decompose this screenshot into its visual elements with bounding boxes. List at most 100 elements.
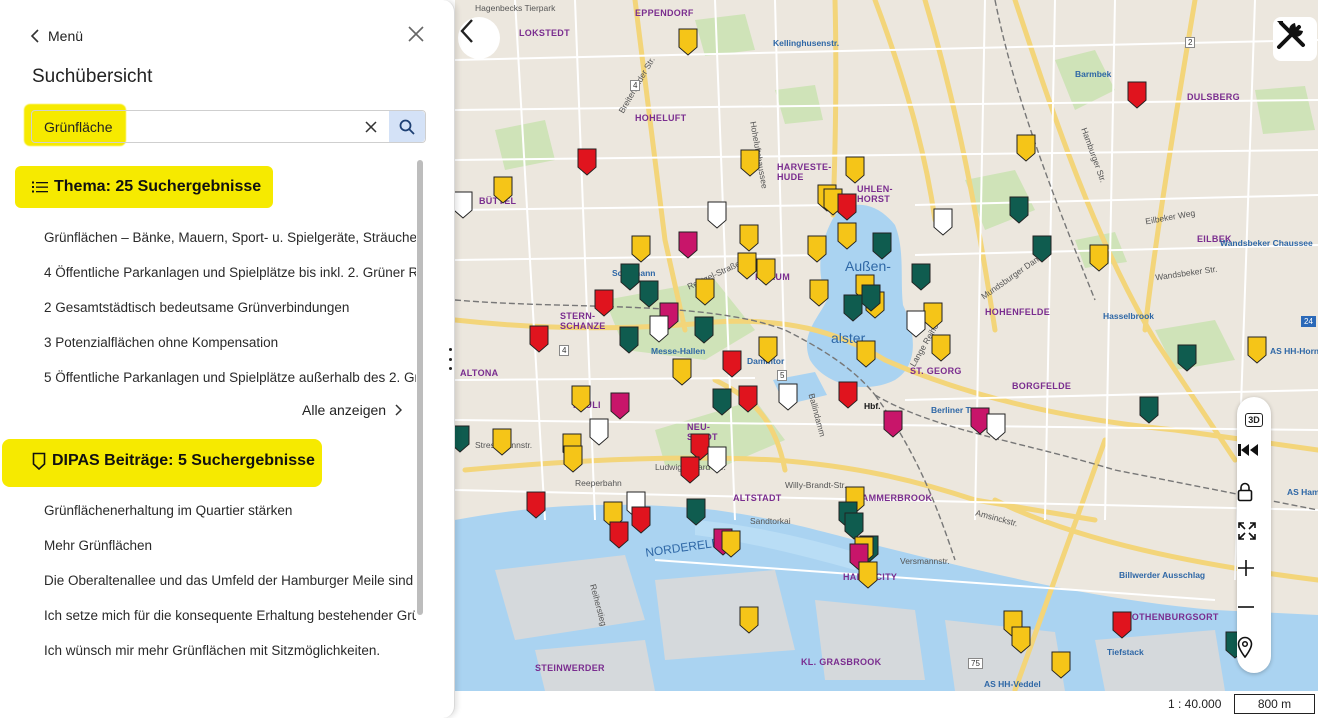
street-label: Dammtor (747, 356, 785, 366)
district-label: LOKSTEDT (519, 28, 570, 38)
street-label: Hagenbecks Tierpark (475, 3, 556, 13)
menu-back-label: Menü (48, 28, 84, 44)
show-all-link[interactable]: Alle anzeigen (302, 402, 403, 418)
chevron-left-icon (460, 19, 473, 43)
district-label: EPPENDORF (635, 8, 694, 18)
close-icon (408, 26, 424, 42)
menu-back-button[interactable]: Menü (30, 26, 83, 46)
search-icon (399, 119, 415, 135)
dipas-result[interactable]: Ich setze mich für die konsequente Erhal… (44, 608, 416, 623)
app: EPPENDORF LOKSTEDT HOHELUFT HARVESTE-HUD… (0, 0, 1318, 718)
chevron-right-icon (395, 404, 403, 416)
tools-icon (1277, 21, 1305, 49)
district-label: RBAUM (755, 272, 790, 282)
district-label: KL. GRASBROOK (801, 657, 882, 667)
topic-result[interactable]: 5 Öffentliche Parkanlagen und Spielplätz… (44, 370, 416, 385)
street-label: Hasselbrook (1103, 311, 1155, 321)
street-label: Berliner Tor (931, 405, 979, 415)
close-panel-button[interactable] (404, 22, 428, 46)
street-label: Reeperbahn (575, 478, 622, 488)
district-label: ROTHENBURGSORT (1125, 612, 1219, 622)
street-label: Versmannstr. (900, 556, 950, 566)
scale-ratio: 1 : 40.000 (1168, 697, 1222, 711)
zoom-in-button[interactable] (1237, 559, 1271, 589)
district-label: HARVESTE-HUDE (777, 162, 832, 182)
clear-search-button[interactable] (353, 111, 389, 142)
topic-result[interactable]: 3 Potenzialflächen ohne Kompensation (44, 335, 416, 350)
street-label: Schumann (612, 268, 656, 278)
map-back-button[interactable] (458, 17, 500, 59)
search-button[interactable] (389, 111, 425, 142)
street-label: Kellinghusenstr. (773, 38, 840, 48)
road-number: 4 (630, 80, 641, 91)
street-label: AS HH-Veddel (984, 679, 1041, 689)
street-label: Sandtorkai (750, 516, 791, 526)
water-label: alster (831, 330, 866, 346)
locate-button[interactable] (1237, 636, 1271, 666)
street-label: Willy-Brandt-Str. (785, 480, 847, 490)
reset-view-button[interactable] (1237, 443, 1271, 473)
dipas-result[interactable]: Ich wünsch mir mehr Grünflächen mit Sitz… (44, 643, 416, 658)
search-panel: Menü Suchübersicht Thema: 25 Suchergebni… (0, 0, 455, 718)
district-label: UHLEN-HORST (857, 184, 893, 204)
clear-icon (365, 120, 377, 133)
district-label: HOHENFELDE (985, 307, 1051, 317)
map-canvas[interactable] (455, 0, 1318, 691)
minus-icon (1238, 606, 1254, 608)
results-scrollbar[interactable] (417, 160, 423, 615)
panel-title: Suchübersicht (32, 66, 153, 87)
list-icon (32, 181, 48, 193)
district-label: ST. GEORG (910, 366, 962, 376)
fullscreen-icon (1238, 522, 1256, 540)
fullscreen-button[interactable] (1237, 521, 1271, 551)
district-label: NEU-STADT (687, 422, 718, 442)
dipas-heading-text: DIPAS Beiträge: 5 Suchergebnisse (52, 452, 315, 469)
street-label: Barmbek (1075, 69, 1112, 79)
district-label: ALTSTADT (733, 493, 782, 503)
search-box (31, 110, 426, 143)
map-view[interactable]: EPPENDORF LOKSTEDT HOHELUFT HARVESTE-HUD… (455, 0, 1318, 691)
district-label: HOHELUFT (635, 113, 687, 123)
district-label: STERN-SCHANZE (560, 311, 606, 331)
dipas-result[interactable]: Die Oberaltenallee und das Umfeld der Ha… (44, 573, 416, 588)
location-pin-icon (1237, 636, 1253, 658)
water-label: Außen- (845, 258, 891, 274)
district-label: BÜTTEL (479, 196, 517, 206)
district-label: STEINWERDER (535, 663, 605, 673)
zoom-out-button[interactable] (1237, 598, 1271, 628)
lock-button[interactable] (1237, 482, 1271, 512)
topic-result[interactable]: Grünflächen – Bänke, Mauern, Sport- u. S… (44, 230, 416, 245)
district-label: DULSBERG (1187, 92, 1240, 102)
street-label: Tiefstack (1107, 647, 1144, 657)
street-label: Stresemannstr. (475, 440, 533, 450)
3d-label: 3D (1245, 413, 1263, 427)
street-label: Wandsbeker Chaussee (1220, 238, 1313, 248)
road-number: 75 (968, 658, 983, 669)
street-label: Billwerder Ausschlag (1119, 570, 1206, 580)
map-footer: 1 : 40.000 800 m (455, 691, 1318, 718)
topic-result[interactable]: 2 Gesamtstädtisch bedeutsame Grünverbind… (44, 300, 416, 315)
topics-section-heading: Thema: 25 Suchergebnisse (32, 178, 261, 196)
plus-icon (1238, 560, 1254, 576)
3d-button[interactable]: 3D (1237, 405, 1271, 435)
scale-bar: 800 m (1234, 694, 1315, 714)
panel-resize-handle[interactable] (447, 348, 453, 370)
district-label: HAFENCITY (843, 572, 898, 582)
dipas-result[interactable]: Mehr Grünflächen (44, 538, 416, 553)
lock-icon (1237, 482, 1253, 502)
tools-button[interactable] (1273, 17, 1317, 61)
district-label: ALTONA (460, 368, 499, 378)
topic-result[interactable]: 4 Öffentliche Parkanlagen und Spielplätz… (44, 265, 416, 280)
district-label: BORGFELDE (1012, 381, 1072, 391)
skip-back-icon (1238, 444, 1258, 456)
road-number: 4 (559, 345, 570, 356)
topics-heading-text: Thema: 25 Suchergebnisse (54, 178, 262, 195)
street-label: Messe-Hallen (651, 346, 706, 356)
dipas-result[interactable]: Grünflächenerhaltung im Quartier stärken (44, 503, 416, 518)
show-all-label: Alle anzeigen (302, 402, 387, 418)
street-label: Ludwig-Erhard-Str. (655, 462, 726, 472)
road-number: 2 (1185, 37, 1196, 48)
map-controls: 3D (1237, 397, 1271, 673)
dipas-section-heading: DIPAS Beiträge: 5 Suchergebnisse (32, 452, 315, 470)
search-input[interactable] (32, 111, 353, 142)
